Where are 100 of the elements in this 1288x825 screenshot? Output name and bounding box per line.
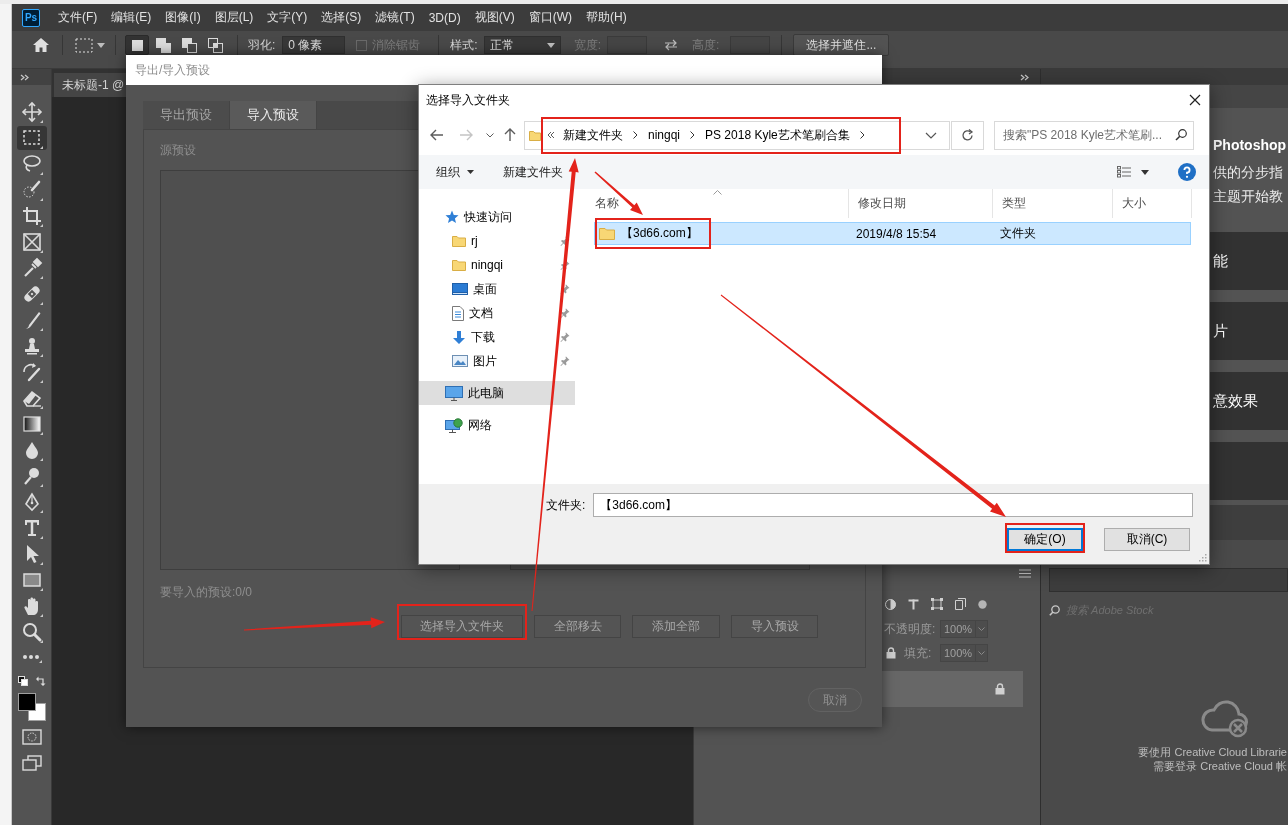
fill-label: 填充: [904,644,932,662]
network-icon [445,417,463,433]
folder-icon [452,235,466,247]
view-options-button[interactable] [1117,166,1149,178]
frame-icon [20,231,43,253]
menu-item[interactable]: 图像(I) [165,9,201,26]
annotation-arrow [594,171,643,215]
file-type-cell-text: 文件夹 [999,225,1037,242]
selection-mode-button[interactable] [125,35,149,55]
sign-in-message: 要使用 Creative Cloud Librarie [1138,745,1288,759]
menu-item[interactable]: 滤镜(T) [375,9,415,26]
nav-item[interactable]: 桌面 [419,277,575,301]
chevron-right-icon [859,131,865,139]
new-folder-button[interactable]: 新建文件夹 [503,163,563,181]
refresh-button[interactable] [951,120,984,150]
refresh-icon [961,128,974,142]
default-colors-icon [18,676,28,686]
menu-item[interactable]: 3D(D) [428,10,461,25]
tab[interactable]: 导入预设 [230,101,317,129]
menu-icon [1019,568,1031,578]
double-chevron-icon [1020,73,1029,81]
nav-item[interactable]: 网络 [419,413,575,437]
lasso-icon [20,153,43,175]
back-arrow-icon [430,129,444,141]
feather-field[interactable]: 0 像素 [282,36,346,54]
menu-item[interactable]: 视图(V) [474,9,515,26]
cloud-icon [1200,700,1250,738]
breadcrumb[interactable]: PS 2018 Kyle艺术笔刷合集 [702,126,853,144]
nav-item[interactable]: 文档 [419,301,575,325]
half-circle-icon [885,598,896,610]
type-icon [908,598,919,610]
double-chevron-icon [20,73,29,81]
swap-arrows-icon [664,39,679,51]
opacity-label: 不透明度: [884,620,937,638]
breadcrumb[interactable]: 新建文件夹 [560,126,626,144]
menu-item[interactable]: 选择(S) [321,9,362,26]
panel-heading: Photoshop [1213,136,1287,155]
search-icon [1175,129,1187,141]
nav-item[interactable]: rj [419,229,575,253]
caret-down-icon [97,42,105,48]
computer-icon [445,385,463,401]
nav-item[interactable]: 此电脑 [419,381,575,405]
dialog-button[interactable]: 确定(O) [1007,528,1083,551]
description-text: 供的分步指 [1213,163,1283,182]
description-text: 主题开始教 [1213,187,1283,206]
folder-label: 文件夹: [546,496,586,514]
menu-item[interactable]: 编辑(E) [111,9,152,26]
close-icon [1189,94,1201,106]
gradient-icon [20,413,43,435]
organize-button[interactable]: 组织 [436,163,474,181]
tool-preset-button[interactable] [75,37,105,53]
quick-mask-icon [21,729,42,745]
folder-icon [452,259,466,271]
tool-button[interactable] [16,126,47,150]
document-tab[interactable]: 未标题-1 @ [54,73,126,97]
chevron-right-icon [633,131,638,139]
search-icon [1049,604,1060,616]
caret-down-icon [1141,169,1149,175]
more-dots-icon [21,653,42,663]
history-brush-icon [20,361,43,383]
address-dropdown-button[interactable] [925,131,937,139]
move-icon [20,101,43,123]
toggle-dot-icon [978,599,987,609]
document-icon [452,305,464,321]
chevron-down-icon [925,131,937,139]
nav-item[interactable]: ningqi [419,253,575,277]
menu-item[interactable]: 窗口(W) [528,9,572,26]
folder-name-field[interactable]: 【3d66.com】 [593,493,1194,517]
style-label: 样式: [450,36,478,54]
menu-item[interactable]: 文字(Y) [267,9,308,26]
foreground-color-swatch[interactable] [18,693,36,711]
home-button[interactable] [31,36,51,54]
file-name: 【3d66.com】 [621,225,698,242]
chevron-down-icon [486,132,494,138]
chevron-right-icon [690,131,696,139]
help-button[interactable] [1178,163,1196,181]
select-and-mask-button[interactable]: 选择并遮住... [793,34,890,56]
sign-in-message: 需要登录 Creative Cloud 帐 [1153,759,1288,773]
menu-item[interactable]: 图层(L) [214,9,254,26]
zoom-icon [20,621,43,643]
chevron-down-icon [978,651,985,655]
caret-down-icon [546,42,555,48]
help-icon [1178,163,1196,181]
dialog-button[interactable]: 取消(C) [1104,528,1190,551]
details-view-icon [1117,166,1131,178]
modified-date-cell-text: 2019/4/8 15:54 [855,226,938,241]
double-chevron-left-icon [547,131,555,139]
search-field[interactable]: 搜索"PS 2018 Kyle艺术笔刷... [994,120,1194,150]
menu-item[interactable]: 帮助(H) [586,9,627,26]
intersect-squares-icon [206,36,224,54]
transform-icon [931,598,943,610]
breadcrumb[interactable]: ningqi [645,128,684,142]
picture-icon [452,355,468,367]
feather-label: 羽化: [248,36,276,54]
style-dropdown[interactable]: 正常 [483,36,561,54]
subtract-squares-icon [180,36,198,54]
nav-item[interactable]: 快速访问 [419,205,575,229]
menu-item[interactable]: 文件(F) [58,9,98,26]
nav-item[interactable]: 下载 [419,325,575,349]
resize-grip-icon [1198,553,1207,562]
